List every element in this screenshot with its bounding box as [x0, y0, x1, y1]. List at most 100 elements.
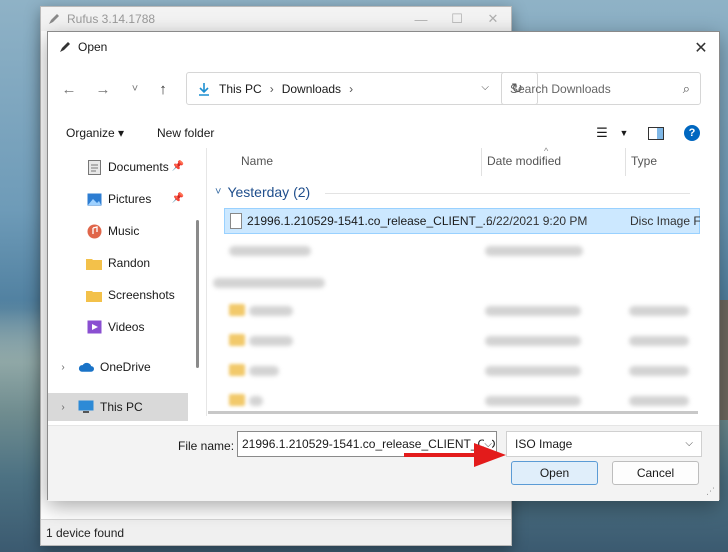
sidebar-item-this-pc[interactable]: › This PC — [48, 393, 188, 421]
sidebar-item-videos[interactable]: Videos — [48, 313, 188, 341]
column-header-date[interactable]: Date modified — [481, 148, 561, 178]
pin-icon: 📌 — [171, 161, 184, 172]
file-date: 6/22/2021 9:20 PM — [486, 214, 588, 228]
maximize-button[interactable]: ☐ — [439, 7, 475, 31]
sidebar-item-onedrive[interactable]: › OneDrive — [48, 353, 188, 381]
rufus-status-bar: 1 device found — [41, 519, 511, 545]
resize-grip-icon[interactable]: ⋰ — [706, 486, 715, 497]
redacted-file-name — [249, 336, 293, 346]
sidebar-scrollbar[interactable] — [196, 220, 199, 368]
sort-indicator-icon: ^ — [544, 146, 549, 156]
close-button[interactable]: ✕ — [475, 7, 511, 31]
cloud-icon — [78, 359, 94, 375]
group-header[interactable]: ˅ Yesterday (2) — [215, 184, 310, 200]
recent-locations-button[interactable]: ˅ — [126, 80, 144, 98]
forward-button[interactable]: → — [94, 80, 112, 98]
dialog-close-button[interactable]: ✕ — [691, 38, 711, 58]
rufus-app-icon — [49, 14, 59, 24]
redacted-file-date — [485, 396, 581, 406]
rufus-window-controls: — ☐ ✕ — [403, 7, 511, 31]
collapse-chevron-icon[interactable]: ˅ — [215, 186, 221, 198]
search-input[interactable]: Search Downloads ⌕ — [501, 72, 701, 105]
rufus-title: Rufus 3.14.1788 — [67, 12, 156, 26]
file-type-value: ISO Image — [515, 437, 573, 451]
breadcrumb-downloads[interactable]: Downloads — [282, 82, 341, 96]
expand-chevron-icon[interactable]: › — [56, 402, 70, 413]
new-folder-button[interactable]: New folder — [157, 126, 214, 140]
redacted-file-type — [629, 396, 689, 406]
rufus-app-icon — [60, 42, 70, 52]
pin-icon: 📌 — [171, 193, 184, 204]
sidebar-item-label: Documents — [108, 160, 169, 174]
sidebar-item-randon[interactable]: Randon — [48, 249, 188, 277]
search-icon: ⌕ — [682, 81, 690, 96]
redacted-file-type — [629, 366, 689, 376]
sidebar-item-label: Screenshots — [108, 288, 175, 302]
group-divider — [325, 193, 690, 194]
red-arrow-icon — [404, 443, 506, 467]
music-icon — [86, 223, 102, 239]
sidebar-item-pictures[interactable]: Pictures 📌 — [48, 185, 188, 213]
help-icon: ? — [684, 125, 700, 141]
sidebar-item-label: Randon — [108, 256, 151, 270]
dialog-titlebar: Open — [48, 32, 719, 62]
redacted-file-type — [629, 306, 689, 316]
documents-icon — [86, 159, 102, 175]
sidebar-item-label: Pictures — [108, 192, 152, 206]
help-button[interactable]: ? — [682, 124, 702, 142]
up-button[interactable]: ↑ — [154, 80, 172, 98]
group-label: Yesterday (2) — [227, 184, 311, 200]
redacted-file-type — [629, 336, 689, 346]
folder-icon — [229, 394, 245, 406]
sidebar-item-label: Videos — [108, 320, 145, 334]
folder-icon — [229, 364, 245, 376]
redacted-file-name — [229, 246, 311, 256]
column-header-type[interactable]: Type — [625, 148, 657, 178]
open-dialog: Open ✕ ← → ˅ ↑ This PC › Downloads › ⌵ ↻… — [47, 31, 720, 501]
breadcrumb-separator-icon: › — [269, 81, 274, 96]
computer-icon — [78, 399, 94, 415]
redacted-file-date — [485, 366, 581, 376]
file-list: Name Date modified Type ^ ˅ Yesterday (2… — [206, 146, 700, 416]
downloads-icon — [199, 82, 209, 96]
breadcrumb-this-pc[interactable]: This PC — [219, 82, 262, 96]
folder-icon — [229, 334, 245, 346]
folder-icon — [86, 287, 102, 303]
redacted-group-header — [213, 278, 325, 288]
address-dropdown-icon[interactable]: ⌵ — [481, 82, 489, 93]
command-bar: Organize ▾ New folder ☰ ▼ ? — [48, 120, 719, 148]
address-bar[interactable]: This PC › Downloads › ⌵ ↻ — [186, 72, 538, 105]
sidebar-item-label: Music — [108, 224, 140, 238]
redacted-file-name — [249, 306, 293, 316]
sidebar-item-music[interactable]: Music — [48, 217, 188, 245]
sidebar-item-label: This PC — [100, 400, 143, 414]
redacted-file-date — [485, 336, 581, 346]
redacted-file-date — [485, 246, 583, 256]
sidebar-item-documents[interactable]: Documents 📌 — [48, 153, 188, 181]
folder-icon — [86, 255, 102, 271]
open-button[interactable]: Open — [511, 461, 598, 485]
file-row-selected[interactable]: 21996.1.210529-1541.co_release_CLIENT_..… — [224, 208, 700, 234]
videos-icon — [86, 319, 102, 335]
folder-icon — [229, 304, 245, 316]
view-dropdown-icon[interactable]: ▼ — [614, 124, 634, 142]
minimize-button[interactable]: — — [403, 7, 439, 31]
breadcrumb-separator-icon: › — [349, 81, 354, 96]
preview-pane-icon[interactable] — [646, 124, 666, 142]
cancel-button[interactable]: Cancel — [612, 461, 699, 485]
back-button[interactable]: ← — [60, 80, 78, 98]
file-name-label: File name: — [178, 439, 235, 453]
organize-button[interactable]: Organize ▾ — [66, 126, 124, 140]
navigation-bar: ← → ˅ ↑ This PC › Downloads › ⌵ ↻ Search… — [48, 72, 719, 106]
view-options-icon[interactable]: ☰ — [592, 124, 612, 142]
sidebar-item-screenshots[interactable]: Screenshots — [48, 281, 188, 309]
column-header-name[interactable]: Name — [235, 148, 273, 178]
file-type: Disc Image File — [630, 214, 700, 228]
horizontal-scrollbar[interactable] — [208, 411, 698, 414]
redacted-file-date — [485, 306, 581, 316]
expand-chevron-icon[interactable]: › — [56, 362, 70, 373]
disc-image-icon — [230, 213, 242, 229]
file-name: 21996.1.210529-1541.co_release_CLIENT_..… — [247, 214, 493, 228]
chevron-down-icon: ⌵ — [685, 438, 693, 449]
file-type-select[interactable]: ISO Image ⌵ — [506, 431, 702, 457]
